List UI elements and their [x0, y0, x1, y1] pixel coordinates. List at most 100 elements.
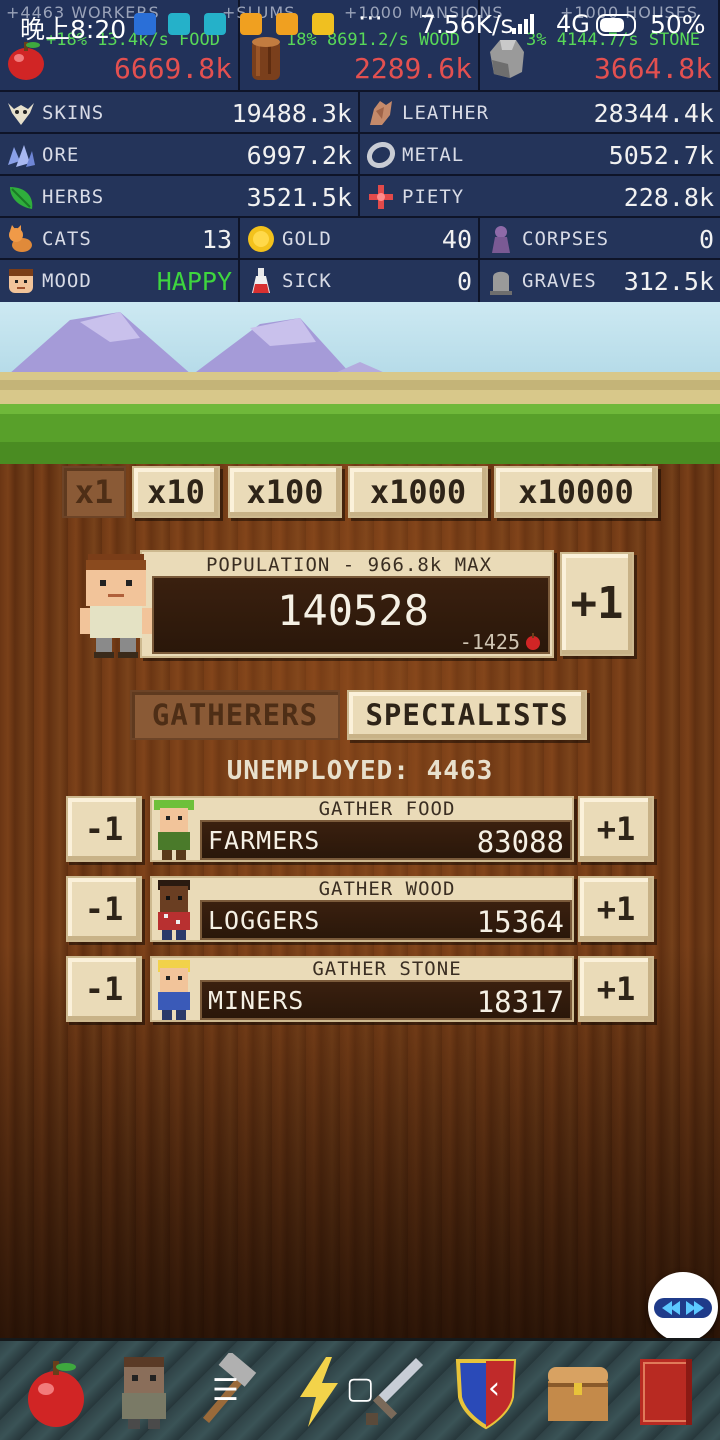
piety-label: PIETY [402, 186, 465, 208]
herbs-label: HERBS [42, 186, 105, 208]
miners-display: MINERS 18317 [200, 980, 572, 1020]
population-panel: POPULATION - 966.8k MAX 140528 -1425 [140, 550, 554, 658]
clock: 晚上8:20 [20, 15, 127, 44]
job-row-farmers: -1 GATHER FOOD FARMERS 83088 +1 [0, 796, 720, 866]
logger-avatar [158, 880, 190, 940]
skins-cell[interactable]: SKINS 19488.3k [0, 92, 360, 134]
potion-icon [252, 268, 270, 293]
battery-icon [596, 14, 636, 36]
ore-icon [8, 145, 35, 167]
gold-label: GOLD [282, 228, 332, 250]
graves-cell[interactable]: GRAVES 312.5k [480, 260, 720, 302]
metal-cell[interactable]: METAL 5052.7k [360, 134, 720, 176]
multiplier-x1000-button[interactable]: x1000 [348, 466, 488, 518]
multiplier-x100-button[interactable]: x100 [228, 466, 342, 518]
bottom-navigation: ☰ ▢ ‹ [0, 1338, 720, 1440]
multiplier-x10000-button[interactable]: x10000 [494, 466, 658, 518]
ore-value: 6997.2k [246, 141, 352, 170]
corpses-value: 0 [698, 225, 714, 254]
tab-specialists[interactable]: SPECIALISTS [347, 690, 587, 740]
farmer-avatar [154, 800, 194, 860]
herbs-value: 3521.5k [246, 183, 352, 212]
resource-row: CATS 13 GOLD 40 CORPSES 0 [0, 216, 720, 260]
menu-icon[interactable]: ☰ [212, 1373, 239, 1408]
miners-count: 18317 [476, 985, 564, 1019]
farmers-task: GATHER FOOD [318, 798, 456, 820]
floating-assistant-button[interactable] [648, 1272, 718, 1342]
back-icon[interactable]: ‹ [488, 1371, 500, 1406]
network-type: 4G [556, 10, 590, 38]
mood-cell[interactable]: MOOD HAPPY [0, 260, 240, 302]
population-display: 140528 -1425 [152, 576, 550, 654]
wood-amount: 2289.6k [353, 52, 472, 85]
population-title: POPULATION - 966.8k MAX [205, 554, 493, 576]
multiplier-x10-button[interactable]: x10 [132, 466, 220, 518]
corpse-icon [492, 226, 510, 253]
cat-icon [9, 225, 32, 252]
add-miner-button[interactable]: +1 [578, 956, 654, 1022]
lightning-icon[interactable] [282, 1353, 354, 1431]
shield-icon[interactable] [450, 1353, 522, 1431]
sick-value: 0 [456, 267, 472, 296]
leather-value: 28344.4k [593, 99, 714, 128]
leather-cell[interactable]: LEATHER 28344.4k [360, 92, 720, 134]
app-notification-icon [204, 13, 226, 35]
tab-gatherers[interactable]: GATHERERS [130, 690, 340, 740]
remove-logger-button[interactable]: -1 [66, 876, 142, 942]
piety-value: 228.8k [623, 183, 714, 212]
job-row-miners: -1 GATHER STONE MINERS 18317 +1 [0, 956, 720, 1026]
mail-notification-icon [276, 13, 298, 35]
graves-label: GRAVES [522, 270, 597, 292]
cats-label: CATS [42, 228, 92, 250]
signal-icon [512, 14, 534, 34]
food-amount: 6669.8k [113, 52, 232, 85]
metal-icon [366, 141, 396, 169]
resource-panel: +18% 13.4k/s FOOD 6669.8k 18% 8691.2/s W… [0, 0, 720, 302]
resource-row: HERBS 3521.5k PIETY 228.8k [0, 174, 720, 218]
add-logger-button[interactable]: +1 [578, 876, 654, 942]
skins-label: SKINS [42, 102, 105, 124]
book-icon[interactable] [630, 1353, 702, 1431]
piety-icon [369, 185, 393, 209]
cats-cell[interactable]: CATS 13 [0, 218, 240, 260]
population-food-rate: -1425 [459, 630, 520, 654]
multiplier-x1-button[interactable]: x1 [62, 466, 126, 518]
miner-avatar [158, 960, 190, 1020]
gold-cell[interactable]: GOLD 40 [240, 218, 480, 260]
remove-farmer-button[interactable]: -1 [66, 796, 142, 862]
face-icon [9, 269, 33, 293]
miners-panel: GATHER STONE MINERS 18317 [150, 956, 574, 1022]
farmers-display: FARMERS 83088 [200, 820, 572, 860]
mood-label: MOOD [42, 270, 92, 292]
stone-amount: 3664.8k [593, 52, 712, 85]
gravestone-icon [490, 271, 512, 295]
leather-label: LEATHER [402, 102, 490, 124]
farmers-count: 83088 [476, 825, 564, 859]
person-icon[interactable] [108, 1353, 180, 1431]
loggers-task: GATHER WOOD [318, 878, 456, 900]
sick-cell[interactable]: SICK 0 [240, 260, 480, 302]
job-row-loggers: -1 GATHER WOOD LOGGERS 15364 +1 [0, 876, 720, 946]
herbs-cell[interactable]: HERBS 3521.5k [0, 176, 360, 218]
remove-miner-button[interactable]: -1 [66, 956, 142, 1022]
piety-cell[interactable]: PIETY 228.8k [360, 176, 720, 218]
add-population-button[interactable]: +1 [560, 552, 634, 656]
farmers-label: FARMERS [208, 826, 321, 855]
gold-value: 40 [441, 225, 472, 254]
loggers-panel: GATHER WOOD LOGGERS 15364 [150, 876, 574, 942]
chest-icon[interactable] [542, 1353, 614, 1431]
metal-label: METAL [402, 144, 465, 166]
unemployed-count: UNEMPLOYED: 4463 [226, 756, 494, 786]
home-icon[interactable]: ▢ [346, 1371, 374, 1406]
citizen-avatar [80, 554, 152, 658]
resource-row: ORE 6997.2k METAL 5052.7k [0, 132, 720, 176]
corpses-cell[interactable]: CORPSES 0 [480, 218, 720, 260]
ore-cell[interactable]: ORE 6997.2k [0, 134, 360, 176]
population-value: 140528 [277, 586, 429, 635]
apple-icon[interactable] [20, 1353, 92, 1431]
mood-value: HAPPY [156, 267, 232, 296]
leather-icon [370, 101, 392, 125]
farmers-panel: GATHER FOOD FARMERS 83088 [150, 796, 574, 862]
add-farmer-button[interactable]: +1 [578, 796, 654, 862]
resource-row: SKINS 19488.3k LEATHER 28344.4k [0, 90, 720, 134]
